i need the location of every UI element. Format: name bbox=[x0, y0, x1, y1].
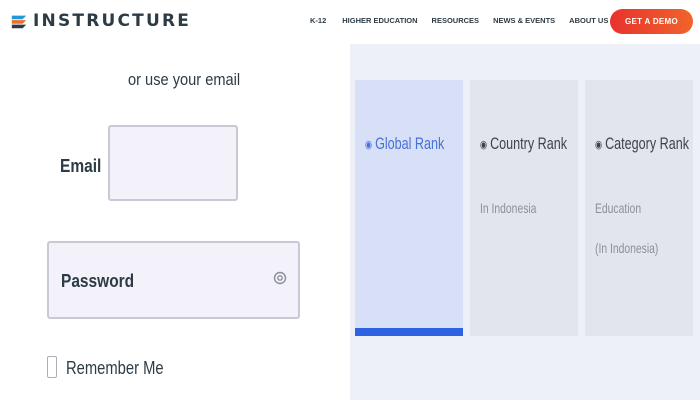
active-tab-indicator bbox=[355, 328, 463, 336]
country-rank-label: Country Rank bbox=[490, 134, 567, 153]
remember-me-checkbox[interactable] bbox=[47, 356, 57, 378]
password-label: Password bbox=[61, 271, 135, 291]
rank-panel: ◉ Global Rank ◉ Country Rank In Indonesi… bbox=[350, 44, 700, 400]
login-panel: or use your email Email Password Remembe… bbox=[0, 44, 350, 400]
get-a-demo-button[interactable]: GET A DEMO bbox=[610, 9, 693, 34]
brand-name: INSTRUCTURE bbox=[33, 11, 192, 31]
email-login-prompt: or use your email bbox=[128, 70, 241, 89]
category-icon: ◉ bbox=[595, 138, 603, 151]
main-nav: K-12 HIGHER EDUCATION RESOURCES NEWS & E… bbox=[310, 16, 608, 25]
nav-item-news-events[interactable]: NEWS & EVENTS bbox=[493, 16, 555, 25]
password-field[interactable]: Password bbox=[47, 241, 300, 319]
category-rank-subtitle: Education bbox=[595, 200, 642, 216]
globe-icon: ◉ bbox=[365, 138, 373, 151]
remember-me-label: Remember Me bbox=[66, 358, 164, 378]
instructure-logo-icon bbox=[11, 15, 27, 29]
country-rank-card[interactable]: ◉ Country Rank In Indonesia bbox=[470, 80, 578, 336]
show-password-icon[interactable] bbox=[273, 271, 287, 285]
global-rank-title: ◉ Global Rank bbox=[365, 134, 444, 154]
nav-item-about-us[interactable]: ABOUT US bbox=[569, 16, 608, 25]
country-rank-subtitle: In Indonesia bbox=[480, 200, 537, 216]
email-label: Email bbox=[60, 156, 102, 176]
nav-item-higher-education[interactable]: HIGHER EDUCATION bbox=[342, 16, 417, 25]
country-rank-title: ◉ Country Rank bbox=[480, 134, 567, 154]
global-rank-card[interactable]: ◉ Global Rank bbox=[355, 80, 463, 336]
category-rank-region: (In Indonesia) bbox=[595, 240, 659, 256]
category-rank-title: ◉ Category Rank bbox=[595, 134, 689, 154]
global-rank-label: Global Rank bbox=[375, 134, 445, 153]
brand-logo[interactable]: INSTRUCTURE bbox=[10, 11, 191, 31]
category-rank-label: Category Rank bbox=[605, 134, 689, 153]
pin-icon: ◉ bbox=[480, 138, 488, 151]
site-header: INSTRUCTURE K-12 HIGHER EDUCATION RESOUR… bbox=[0, 0, 700, 44]
nav-item-resources[interactable]: RESOURCES bbox=[432, 16, 480, 25]
nav-item-k12[interactable]: K-12 bbox=[310, 16, 326, 25]
category-rank-card[interactable]: ◉ Category Rank Education (In Indonesia) bbox=[585, 80, 693, 336]
email-field[interactable] bbox=[108, 125, 238, 201]
